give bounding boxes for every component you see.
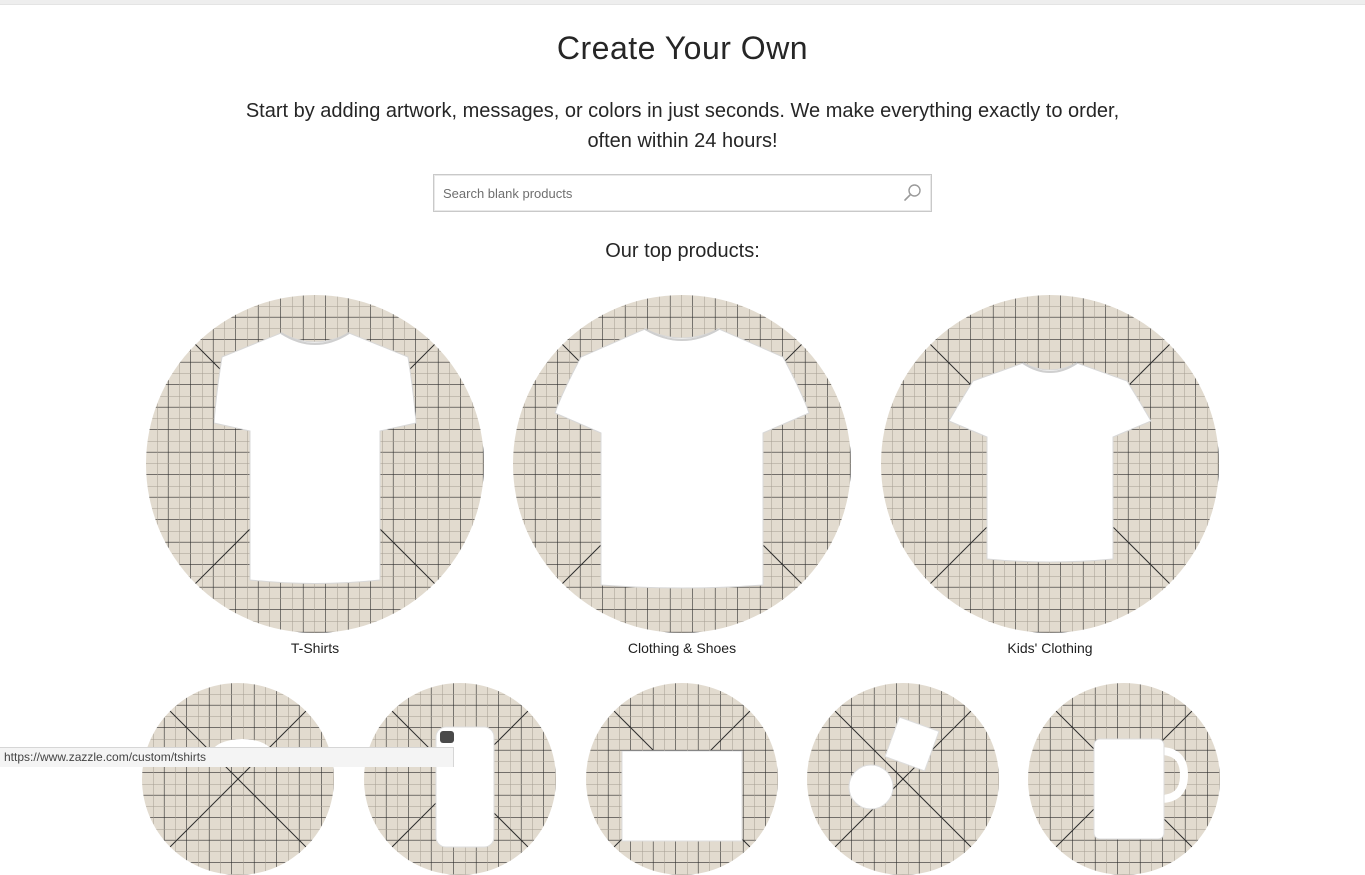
top-border	[0, 0, 1365, 5]
product-image	[142, 683, 334, 875]
product-kids-clothing[interactable]: Kids' Clothing	[881, 295, 1219, 656]
product-tshirts[interactable]: T-Shirts	[146, 295, 484, 656]
product-clothing-shoes[interactable]: Clothing & Shoes	[513, 295, 851, 656]
mug-image	[1028, 683, 1220, 875]
product-tile[interactable]	[807, 683, 999, 875]
clothing-image	[513, 295, 851, 633]
phone-case-image	[364, 683, 556, 875]
search-bar	[433, 174, 932, 212]
kids-clothing-image	[881, 295, 1219, 633]
browser-status-bar: https://www.zazzle.com/custom/tshirts	[0, 747, 454, 767]
tshirt-image	[146, 295, 484, 633]
product-label: Clothing & Shoes	[627, 640, 737, 656]
product-label: Kids' Clothing	[1007, 640, 1093, 656]
page-title: Create Your Own	[556, 30, 809, 66]
product-tile[interactable]	[364, 683, 556, 875]
top-products-heading: Our top products:	[605, 240, 760, 262]
product-tile[interactable]	[586, 683, 778, 875]
product-tile[interactable]	[142, 683, 334, 875]
coaster-image	[807, 683, 999, 875]
page-subtitle: Start by adding artwork, messages, or co…	[245, 100, 1120, 152]
product-label: T-Shirts	[290, 640, 340, 656]
search-input[interactable]	[443, 175, 893, 211]
search-icon[interactable]	[903, 183, 923, 203]
product-tile[interactable]	[1028, 683, 1220, 875]
status-url: https://www.zazzle.com/custom/tshirts	[4, 750, 207, 764]
cards-image	[586, 683, 778, 875]
